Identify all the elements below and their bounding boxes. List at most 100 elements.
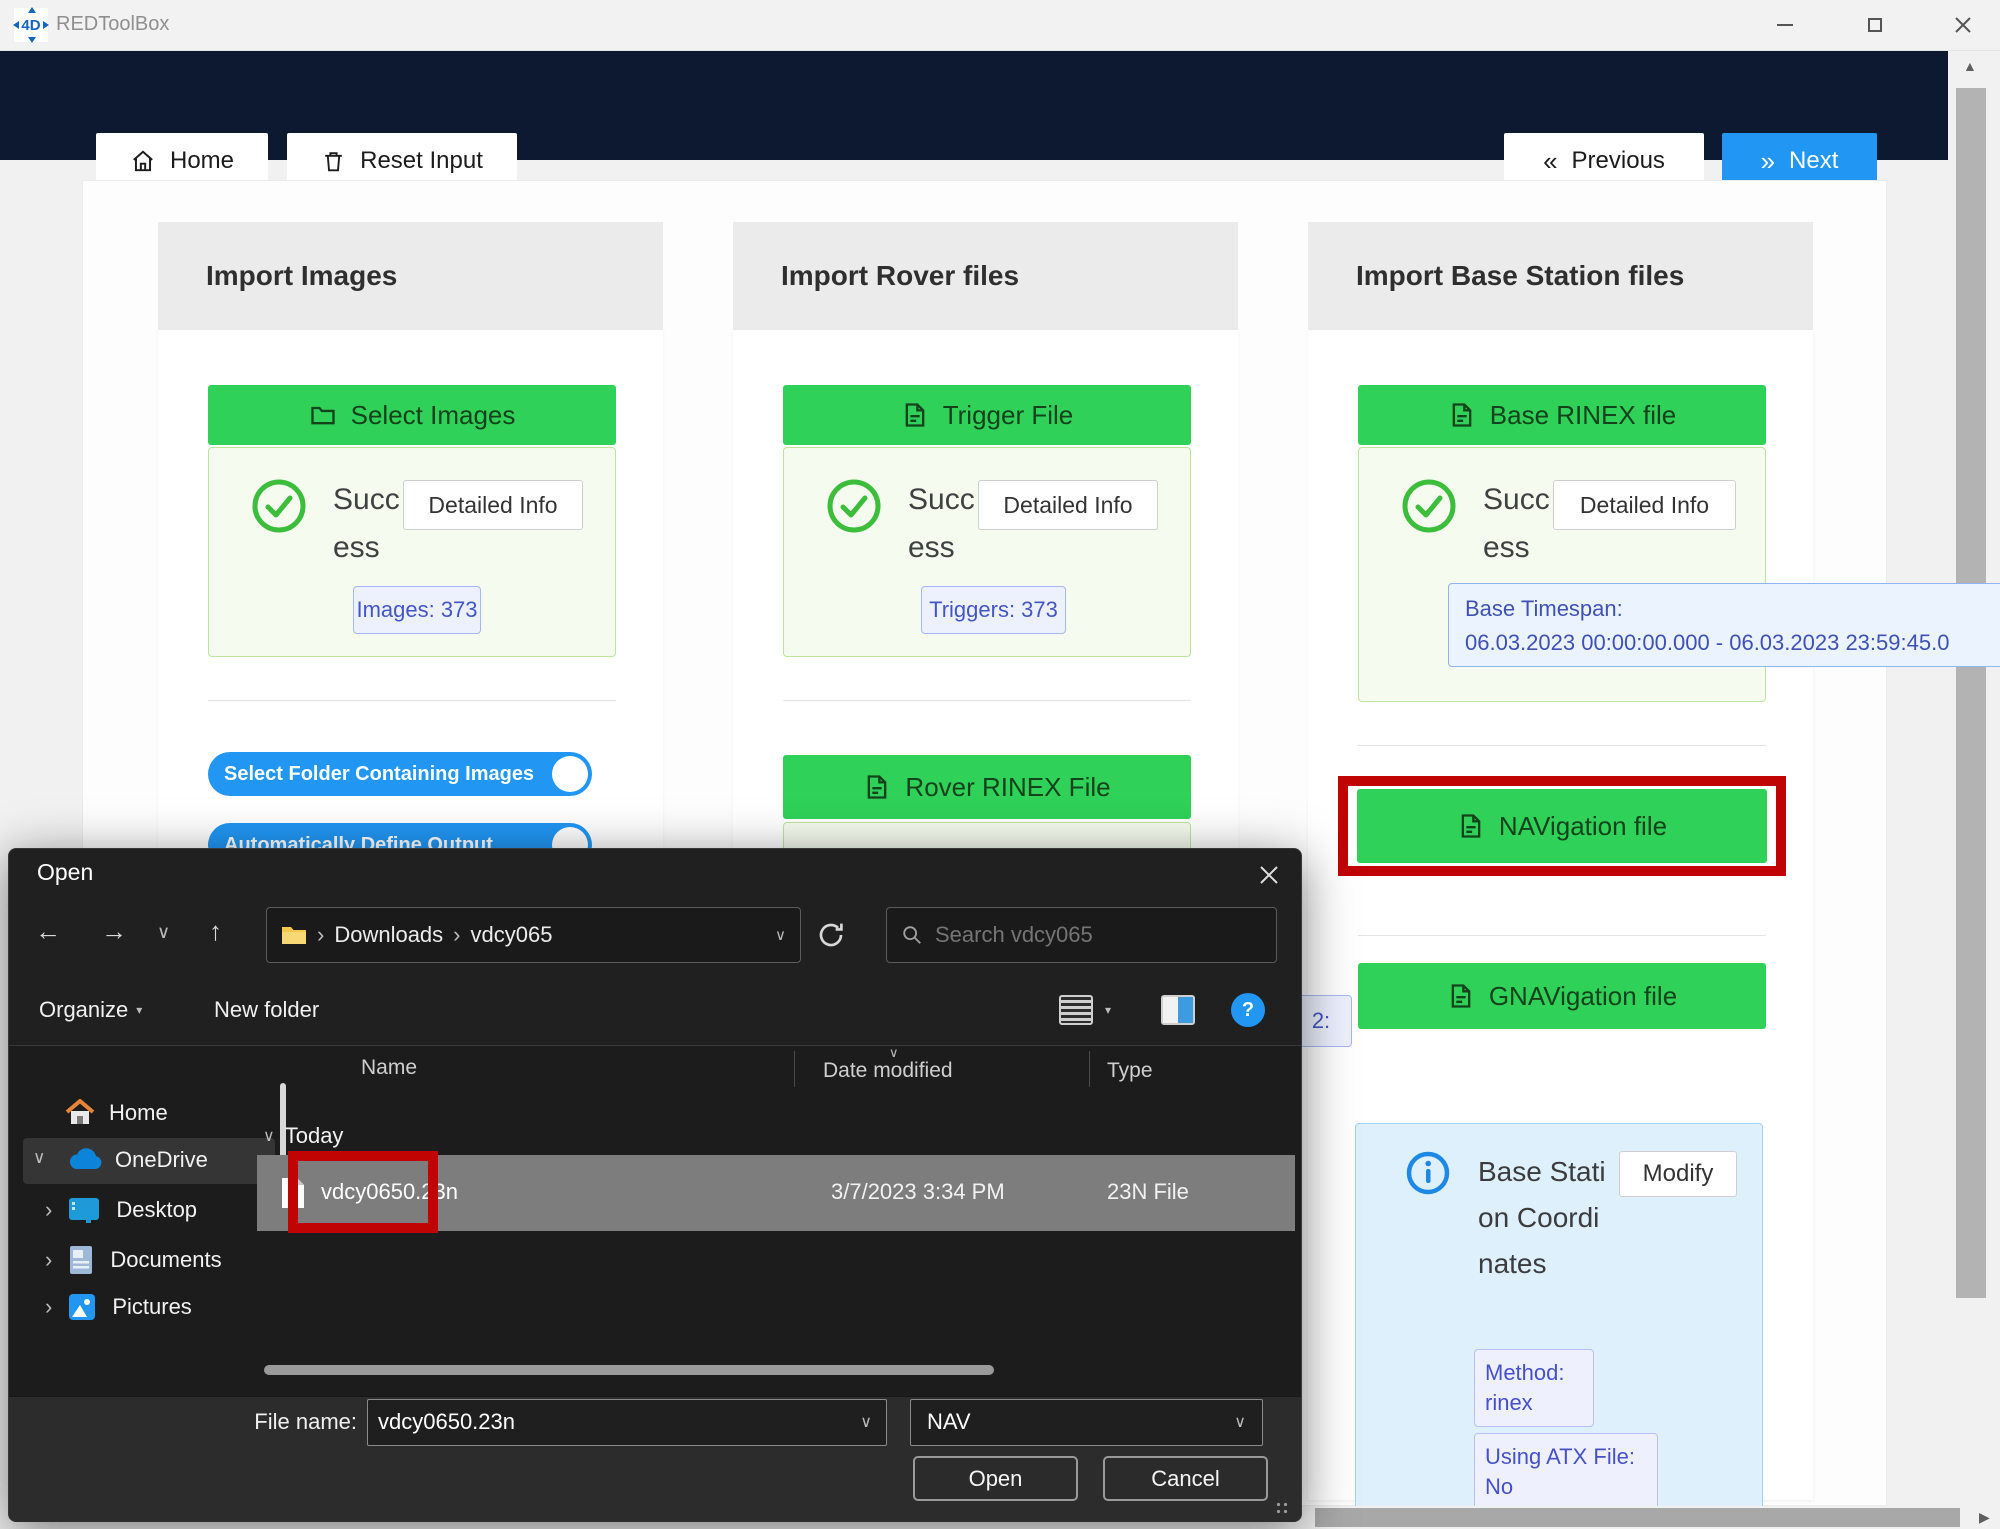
preview-pane-icon[interactable]	[1161, 995, 1195, 1025]
organize-caret-icon: ▾	[136, 1003, 142, 1017]
group-header-today[interactable]: ∨ Today	[263, 1123, 343, 1149]
sidebar-item-pictures[interactable]: › Pictures	[45, 1293, 192, 1321]
search-icon	[901, 924, 923, 946]
previous-icon: «	[1543, 148, 1557, 174]
base-divider-2	[1358, 935, 1766, 936]
navigation-file-label: NAVigation file	[1499, 811, 1667, 842]
close-button[interactable]	[1940, 4, 1986, 46]
modify-button[interactable]: Modify	[1619, 1151, 1737, 1197]
rover-partial-badge-text: 2:	[1312, 1008, 1330, 1034]
images-status-text: Success	[333, 476, 405, 572]
horizontal-scrollbar-thumb[interactable]	[1315, 1508, 1960, 1527]
main-toolbar: Home Reset Input « Previous » Next	[0, 51, 1948, 160]
sidebar-item-documents[interactable]: › Documents	[45, 1245, 222, 1275]
folder-icon	[309, 401, 337, 429]
maximize-button[interactable]	[1852, 4, 1898, 46]
toggle-select-folder[interactable]: Select Folder Containing Images	[208, 752, 592, 796]
column-separator[interactable]	[1089, 1051, 1090, 1087]
file-type-dropdown-icon[interactable]: ∨	[1234, 1412, 1246, 1432]
expand-icon[interactable]: ›	[45, 1294, 52, 1320]
expand-icon[interactable]: ›	[45, 1197, 52, 1223]
gnavigation-file-button[interactable]: GNAVigation file	[1358, 963, 1766, 1029]
file-name-label: File name:	[239, 1409, 357, 1435]
expand-icon[interactable]: ›	[45, 1247, 52, 1273]
file-list-hscrollbar-thumb[interactable]	[264, 1365, 994, 1375]
forward-icon[interactable]: →	[101, 918, 127, 944]
toggle-select-folder-label: Select Folder Containing Images	[224, 763, 534, 786]
view-dropdown-icon[interactable]: ▾	[1105, 1003, 1111, 1017]
breadcrumb-dropdown-icon[interactable]: ∨	[775, 926, 786, 944]
logo-arrow-up	[28, 7, 36, 13]
refresh-icon[interactable]	[815, 919, 847, 951]
recent-locations-icon[interactable]: ∨	[157, 923, 170, 941]
sidebar-onedrive-label: OneDrive	[115, 1147, 208, 1173]
group-collapse-icon: ∨	[263, 1126, 275, 1146]
previous-label: Previous	[1572, 147, 1665, 175]
breadcrumb-folder[interactable]: Downloads	[334, 922, 443, 948]
rover-count-label: Triggers: 373	[929, 597, 1058, 623]
import-rover-title: Import Rover files	[781, 260, 1019, 292]
trigger-file-button[interactable]: Trigger File	[783, 385, 1191, 445]
organize-menu[interactable]: Organize ▾	[39, 997, 142, 1023]
search-input[interactable]	[935, 914, 1255, 956]
scroll-up-icon[interactable]: ▲	[1963, 58, 1977, 74]
sidebar-item-home[interactable]: Home	[65, 1099, 168, 1127]
select-images-label: Select Images	[351, 400, 516, 431]
file-date-modified: 3/7/2023 3:34 PM	[831, 1179, 1005, 1205]
select-images-button[interactable]: Select Images	[208, 385, 616, 445]
app-title: REDToolBox	[56, 13, 169, 36]
help-icon[interactable]: ?	[1231, 993, 1265, 1027]
sidebar-pictures-label: Pictures	[112, 1294, 191, 1320]
rover-detailed-info-button[interactable]: Detailed Info	[978, 480, 1158, 530]
vertical-scrollbar-thumb[interactable]	[1956, 88, 1986, 1298]
column-separator[interactable]	[794, 1051, 795, 1087]
breadcrumb-separator: ›	[453, 922, 460, 948]
file-name-dropdown-icon[interactable]: ∨	[860, 1412, 872, 1432]
base-timespan-label: Base Timespan:	[1465, 592, 1991, 626]
import-base-title: Import Base Station files	[1356, 260, 1684, 292]
file-name-field[interactable]: ∨	[367, 1399, 887, 1446]
minimize-button[interactable]	[1762, 4, 1808, 46]
new-folder-button[interactable]: New folder	[214, 997, 319, 1023]
document-icon	[1447, 982, 1475, 1010]
column-header-type[interactable]: Type	[1107, 1059, 1153, 1083]
scroll-right-icon[interactable]: ▶	[1979, 1509, 1990, 1526]
images-detailed-info-button[interactable]: Detailed Info	[403, 480, 583, 530]
base-detailed-info-button[interactable]: Detailed Info	[1553, 480, 1736, 530]
dialog-cancel-button[interactable]: Cancel	[1103, 1456, 1268, 1501]
sidebar-item-onedrive[interactable]: ∨ OneDrive	[23, 1138, 275, 1184]
collapse-icon[interactable]: ∨	[33, 1148, 45, 1168]
sidebar-item-desktop[interactable]: › Desktop	[45, 1197, 197, 1223]
rover-rinex-label: Rover RINEX File	[905, 772, 1110, 803]
breadcrumb-subfolder[interactable]: vdcy065	[471, 922, 553, 948]
back-icon[interactable]: ←	[35, 918, 61, 944]
file-type-select[interactable]: NAV ∨	[910, 1399, 1263, 1446]
next-icon: »	[1761, 148, 1775, 174]
preview-pane-left	[1163, 997, 1178, 1023]
toggle-knob	[552, 756, 588, 792]
app-logo-text: 4D	[21, 17, 40, 34]
base-status-text: Success	[1483, 476, 1555, 572]
images-divider	[208, 700, 616, 701]
dialog-resize-grip[interactable]	[1273, 1499, 1289, 1515]
view-list-icon[interactable]	[1059, 995, 1093, 1025]
file-name-input[interactable]	[378, 1404, 828, 1440]
dialog-open-button[interactable]: Open	[913, 1456, 1078, 1501]
breadcrumb[interactable]: › Downloads › vdcy065 ∨	[266, 907, 801, 963]
folder-icon	[281, 924, 307, 946]
column-header-date[interactable]: Date modified	[823, 1059, 953, 1083]
navigation-file-button[interactable]: NAVigation file	[1357, 789, 1767, 863]
home-icon	[65, 1099, 95, 1127]
column-header-name[interactable]: Name	[361, 1056, 417, 1080]
rover-rinex-button[interactable]: Rover RINEX File	[783, 755, 1191, 819]
up-icon[interactable]: ↑	[209, 918, 222, 944]
close-icon	[1258, 864, 1280, 886]
logo-arrow-down	[28, 37, 36, 43]
base-rinex-button[interactable]: Base RINEX file	[1358, 385, 1766, 445]
dialog-close-button[interactable]	[1245, 854, 1293, 896]
sidebar-desktop-label: Desktop	[116, 1197, 197, 1223]
rover-divider	[783, 700, 1191, 701]
search-box[interactable]	[886, 907, 1277, 963]
atx-badge: Using ATX File: No	[1474, 1433, 1658, 1511]
images-success-panel: Success Detailed Info Images: 373	[208, 447, 616, 657]
